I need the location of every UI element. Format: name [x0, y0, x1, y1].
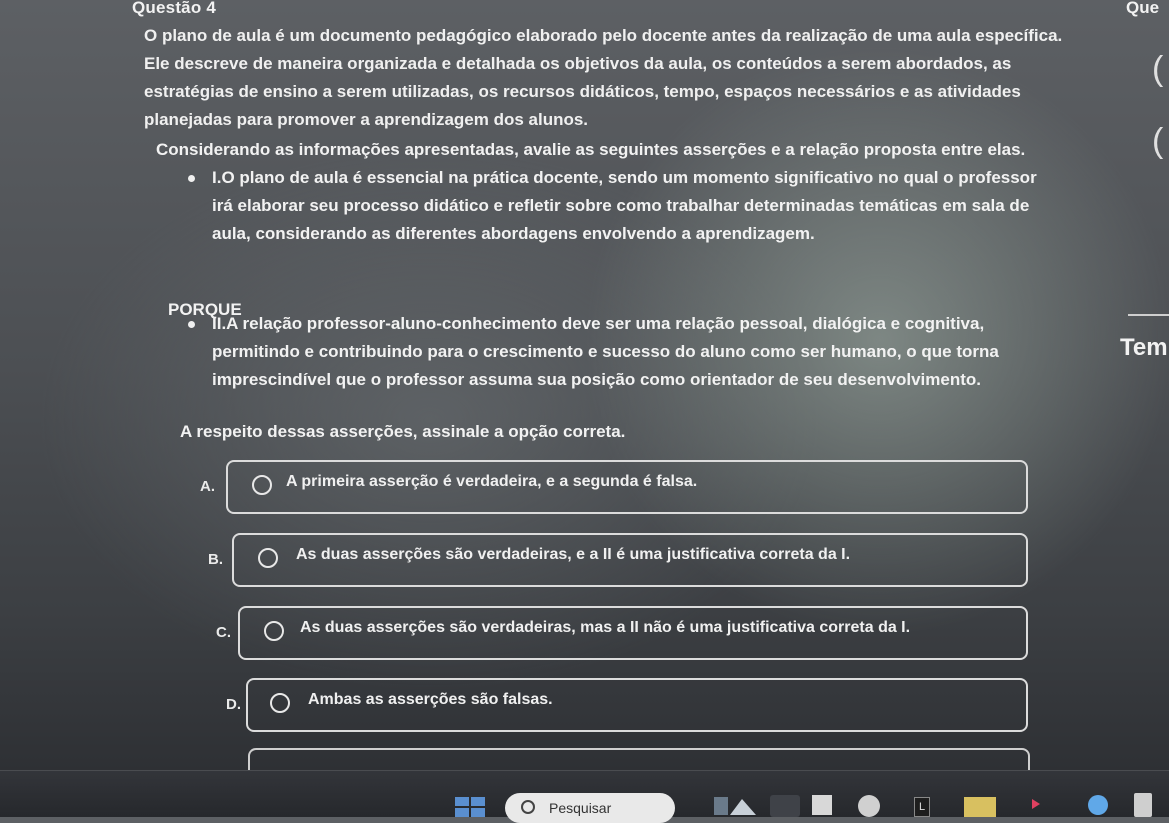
option-d-letter: D.: [226, 696, 241, 713]
option-a-letter: A.: [200, 478, 215, 495]
app-icon[interactable]: L: [914, 797, 930, 817]
media-icon[interactable]: [1032, 799, 1040, 809]
side-paren-mark: (: [1152, 50, 1164, 88]
option-a-text: A primeira asserção é verdadeira, e a se…: [286, 473, 698, 490]
next-question-title-partial: Que: [1126, 0, 1160, 17]
question-statement: O plano de aula é um documento pedagógic…: [144, 26, 1063, 129]
option-c-radio[interactable]: [264, 621, 284, 641]
option-d-radio[interactable]: [270, 693, 290, 713]
browser-icon[interactable]: [812, 795, 832, 815]
option-b-radio[interactable]: [258, 548, 278, 568]
settings-icon[interactable]: [1088, 795, 1108, 815]
taskbar: Pesquisar L: [0, 770, 1169, 823]
question-instruction: Considerando as informações apresentadas…: [156, 140, 1026, 159]
files-icon[interactable]: [964, 797, 996, 817]
bullet-icon: [188, 175, 195, 182]
side-tem-label: Tem: [1120, 334, 1168, 361]
option-c[interactable]: C. As duas asserções são verdadeiras, ma…: [212, 606, 1028, 660]
bullet-icon: [188, 321, 195, 328]
side-divider: [1128, 314, 1169, 316]
weather-icon[interactable]: [712, 793, 760, 817]
store-icon[interactable]: [858, 795, 880, 817]
option-a-radio[interactable]: [252, 475, 272, 495]
option-c-letter: C.: [216, 624, 231, 641]
side-paren-mark: (: [1152, 122, 1164, 160]
search-placeholder: Pesquisar: [549, 800, 612, 816]
option-d-text: Ambas as asserções são falsas.: [308, 691, 553, 708]
assertion-1-text: I.O plano de aula é essencial na prática…: [212, 168, 1037, 243]
option-c-text: As duas asserções são verdadeiras, mas a…: [300, 619, 911, 636]
taskbar-search[interactable]: Pesquisar: [505, 793, 675, 823]
option-d[interactable]: D. Ambas as asserções são falsas.: [222, 678, 1028, 732]
option-b[interactable]: B. As duas asserções são verdadeiras, e …: [204, 533, 1028, 587]
option-b-letter: B.: [208, 551, 223, 568]
option-a[interactable]: A. A primeira asserção é verdadeira, e a…: [196, 460, 1028, 514]
calculator-icon[interactable]: [1134, 793, 1152, 817]
assertion-2-text: II.A relação professor-aluno-conheciment…: [212, 314, 999, 389]
task-view-icon[interactable]: [770, 795, 800, 817]
question-title: Questão 4: [132, 0, 216, 17]
search-icon: [521, 800, 535, 814]
option-b-text: As duas asserções são verdadeiras, e a I…: [296, 546, 851, 563]
answer-prompt: A respeito dessas asserções, assinale a …: [180, 422, 626, 441]
windows-icon[interactable]: [455, 797, 485, 817]
